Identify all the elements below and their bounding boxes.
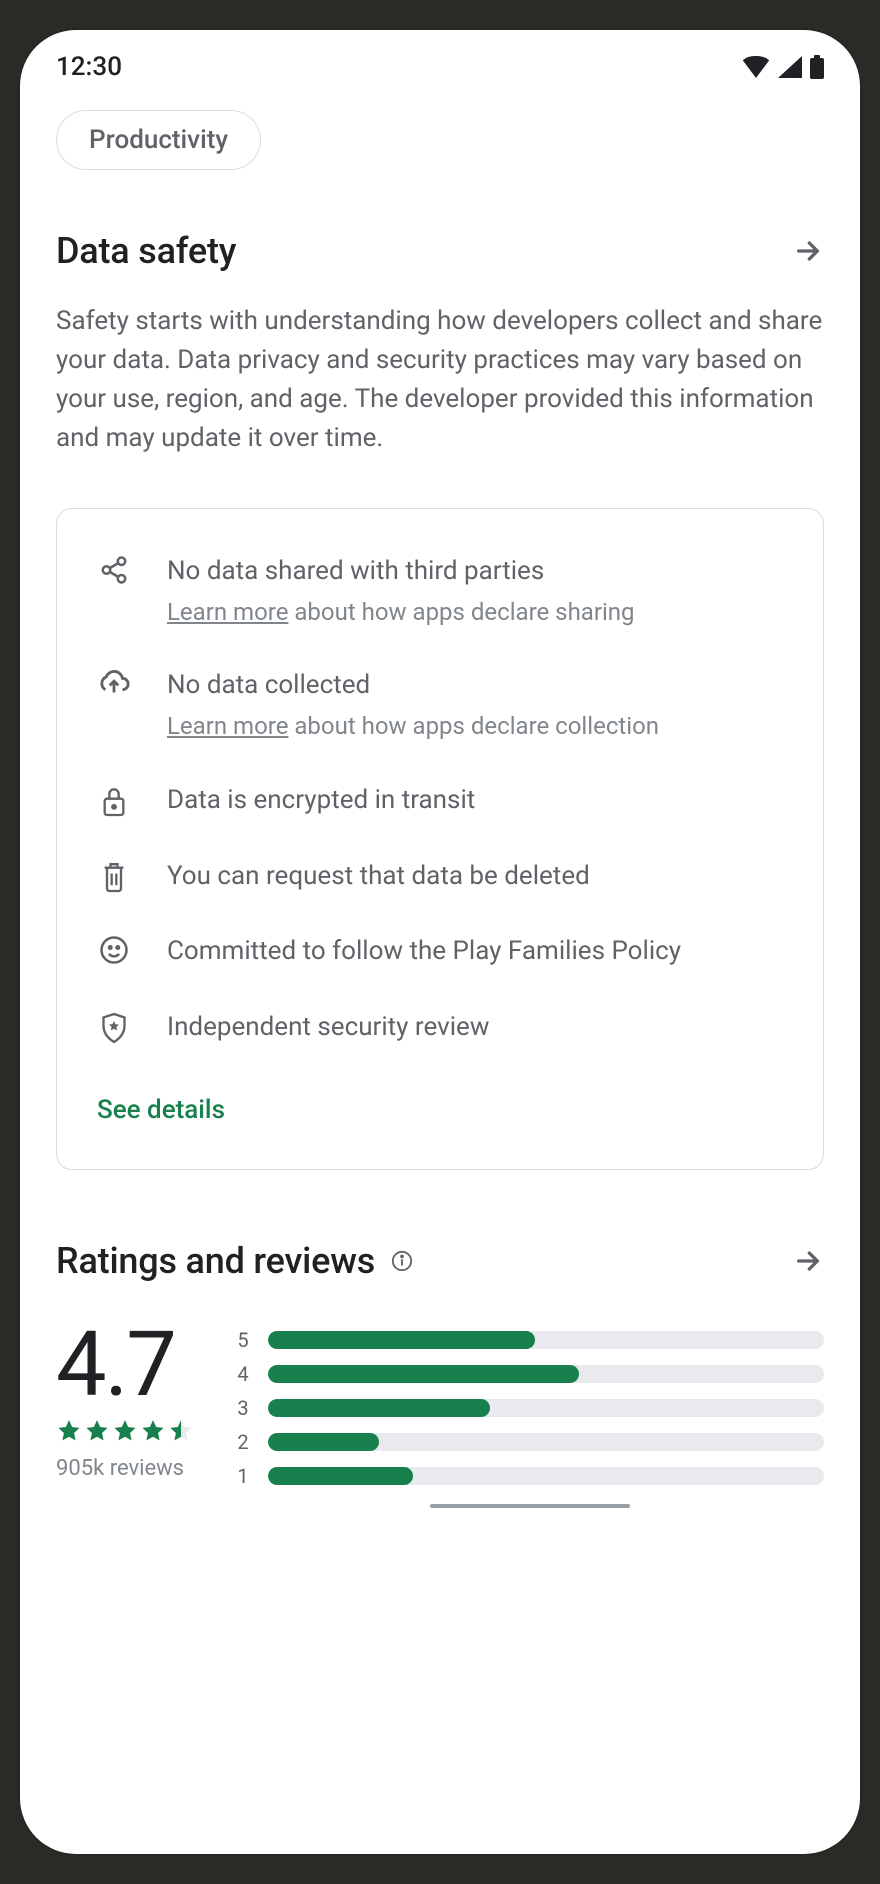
score-column: 4.7 905k reviews: [56, 1320, 194, 1481]
bar-fill: [268, 1365, 579, 1383]
lock-icon: [97, 784, 131, 818]
reviews-count: 905k reviews: [56, 1456, 194, 1481]
safety-item-label: No data collected: [167, 667, 659, 705]
rating-bar-5: 5: [236, 1328, 824, 1352]
safety-item-security-review: Independent security review: [97, 1009, 783, 1047]
ratings-header[interactable]: Ratings and reviews: [56, 1240, 824, 1282]
ratings-title: Ratings and reviews: [56, 1240, 375, 1282]
data-safety-title: Data safety: [56, 230, 236, 272]
bar-fill: [268, 1399, 490, 1417]
safety-item-secondary: Learn more about how apps declare collec…: [167, 709, 659, 744]
bar-fill: [268, 1467, 413, 1485]
status-time: 12:30: [56, 52, 122, 82]
arrow-right-icon[interactable]: [792, 235, 824, 267]
shield-star-icon: [97, 1011, 131, 1045]
data-safety-header[interactable]: Data safety: [56, 230, 824, 272]
safety-item-label: Committed to follow the Play Families Po…: [167, 933, 681, 971]
rating-bars: 5 4 3 2 1: [236, 1320, 824, 1508]
ratings-body: 4.7 905k reviews 5: [56, 1320, 824, 1508]
chip-label: Productivity: [89, 125, 228, 155]
wifi-icon: [742, 56, 770, 78]
cellular-icon: [778, 56, 802, 78]
arrow-right-icon[interactable]: [792, 1245, 824, 1277]
learn-more-link[interactable]: Learn more: [167, 712, 288, 740]
safety-item-label: Independent security review: [167, 1009, 489, 1047]
safety-item-label: No data shared with third parties: [167, 553, 635, 591]
status-icons: [742, 55, 824, 79]
safety-item-no-sharing: No data shared with third parties Learn …: [97, 553, 783, 629]
battery-icon: [810, 55, 824, 79]
rating-bar-1: 1: [236, 1464, 824, 1488]
status-bar: 12:30: [20, 30, 860, 94]
safety-item-encrypted: Data is encrypted in transit: [97, 782, 783, 820]
bar-fill: [268, 1331, 535, 1349]
device-frame: 12:30 Productivity Data safety Safety st…: [20, 30, 860, 1854]
share-icon: [97, 555, 131, 585]
rating-bar-2: 2: [236, 1430, 824, 1454]
safety-item-families: Committed to follow the Play Families Po…: [97, 933, 783, 971]
rating-bar-4: 4: [236, 1362, 824, 1386]
category-chip[interactable]: Productivity: [56, 110, 261, 170]
learn-more-link[interactable]: Learn more: [167, 598, 288, 626]
safety-item-secondary: Learn more about how apps declare sharin…: [167, 595, 635, 630]
safety-item-label: You can request that data be deleted: [167, 858, 590, 896]
info-icon[interactable]: [391, 1250, 413, 1272]
safety-item-no-collection: No data collected Learn more about how a…: [97, 667, 783, 743]
see-details-link[interactable]: See details: [97, 1095, 225, 1125]
star-rating: [56, 1418, 194, 1444]
average-score: 4.7: [56, 1320, 194, 1410]
cloud-upload-icon: [97, 669, 131, 699]
safety-item-label: Data is encrypted in transit: [167, 782, 475, 820]
safety-item-delete: You can request that data be deleted: [97, 858, 783, 896]
bar-fill: [268, 1433, 379, 1451]
data-safety-description: Safety starts with understanding how dev…: [56, 302, 824, 458]
rating-bar-3: 3: [236, 1396, 824, 1420]
trash-icon: [97, 860, 131, 894]
face-icon: [97, 935, 131, 965]
data-safety-card: No data shared with third parties Learn …: [56, 508, 824, 1170]
horizontal-scrollbar[interactable]: [430, 1504, 630, 1508]
content-scroll[interactable]: Productivity Data safety Safety starts w…: [20, 94, 860, 1508]
ratings-section: Ratings and reviews 4.7: [56, 1240, 824, 1508]
